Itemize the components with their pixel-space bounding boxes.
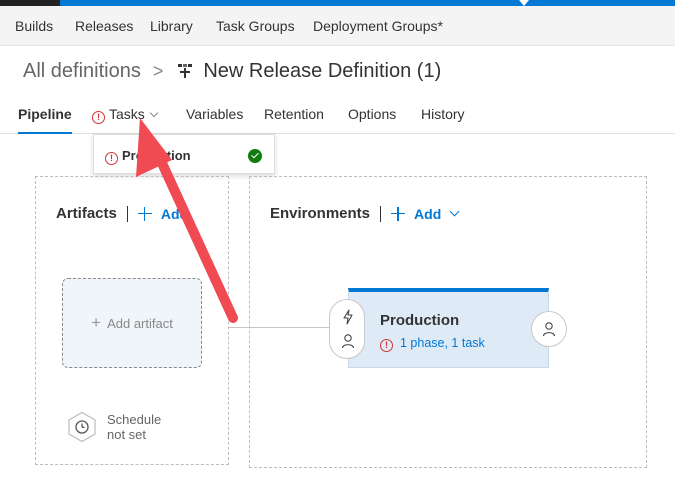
environments-header: Environments Add: [270, 205, 460, 222]
trigger-icon: [343, 309, 353, 325]
breadcrumb: All definitions > New Release Definition…: [23, 58, 441, 84]
tab-options[interactable]: Options: [348, 106, 396, 134]
breadcrumb-all-definitions[interactable]: All definitions: [23, 60, 141, 83]
post-deployment-approvals[interactable]: [531, 311, 567, 347]
add-artifact-link-label: Add: [160, 205, 189, 222]
add-environment-button[interactable]: Add: [391, 205, 460, 222]
add-artifact-button[interactable]: + Add artifact: [62, 278, 202, 368]
breadcrumb-separator: >: [152, 60, 164, 81]
environment-name: Production: [380, 312, 460, 329]
hub-nav-deployment-groups[interactable]: Deployment Groups*: [313, 18, 443, 34]
error-icon: !: [105, 152, 118, 165]
header-divider: [126, 205, 128, 222]
tasks-dropdown-item-production[interactable]: ! Production: [105, 148, 191, 165]
person-icon: [542, 322, 556, 337]
artifacts-header: Artifacts Add: [56, 205, 188, 222]
environment-card-production[interactable]: Production ! 1 phase, 1 task: [348, 288, 549, 368]
error-icon: !: [92, 111, 105, 124]
hub-nav-task-groups[interactable]: Task Groups: [216, 18, 295, 34]
schedule-text: Schedule not set: [107, 412, 161, 442]
chevron-down-icon: [449, 206, 460, 217]
tab-variables[interactable]: Variables: [186, 106, 243, 134]
add-artifact-link[interactable]: Add: [137, 205, 189, 222]
environments-heading: Environments: [270, 205, 371, 222]
pre-deployment-conditions[interactable]: [329, 299, 365, 359]
clock-icon: [68, 411, 96, 443]
schedule-line-1: Schedule: [107, 412, 162, 427]
plus-icon: [391, 206, 406, 221]
plus-icon: +: [91, 313, 102, 332]
hub-nav: Builds Releases Library Task Groups Depl…: [0, 6, 675, 46]
environment-status-text: 1 phase, 1 task: [400, 336, 485, 350]
definition-tabs: Pipeline ! Tasks Variables Retention Opti…: [0, 100, 675, 134]
person-icon: [341, 334, 355, 349]
chevron-down-icon: [149, 108, 159, 118]
tab-tasks[interactable]: ! Tasks: [92, 106, 159, 134]
artifact-to-environment-connector: [229, 327, 332, 328]
plus-icon: [137, 206, 152, 221]
hub-nav-library[interactable]: Library: [150, 18, 193, 34]
artifacts-heading: Artifacts: [56, 205, 117, 222]
release-definition-icon: [178, 64, 193, 78]
add-environment-label: Add: [414, 205, 442, 222]
tasks-dropdown-item-label: Production: [122, 148, 191, 163]
tab-history[interactable]: History: [421, 106, 465, 134]
hub-nav-builds[interactable]: Builds: [15, 18, 53, 34]
environment-status[interactable]: ! 1 phase, 1 task: [380, 336, 485, 352]
add-artifact-label: Add artifact: [107, 315, 173, 331]
tab-pipeline[interactable]: Pipeline: [18, 106, 72, 134]
tab-tasks-label: Tasks: [109, 106, 145, 122]
schedule-trigger[interactable]: Schedule not set: [66, 411, 161, 443]
page-title: New Release Definition (1): [203, 59, 442, 82]
check-circle-icon: [248, 149, 262, 163]
hub-nav-releases[interactable]: Releases: [75, 18, 133, 34]
tasks-dropdown: ! Production: [93, 134, 275, 174]
header-divider: [380, 205, 382, 222]
schedule-line-2: not set: [107, 427, 147, 442]
error-icon: !: [380, 339, 393, 352]
tab-retention[interactable]: Retention: [264, 106, 324, 134]
